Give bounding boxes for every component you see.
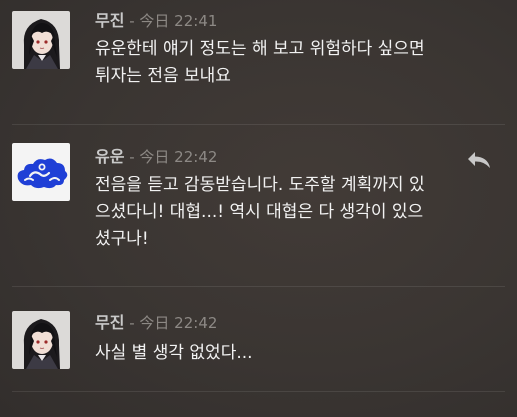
character-portrait-icon (12, 311, 70, 369)
message-divider (12, 286, 505, 287)
message-divider (12, 124, 505, 125)
message-header: 무진 - 今日 22:41 (95, 10, 217, 32)
message-text: 사실 별 생각 없었다... (95, 343, 253, 363)
header-separator: - (124, 148, 140, 166)
timestamp: 今日 22:41 (139, 12, 218, 30)
blue-cloud-icon (12, 143, 70, 201)
author-name[interactable]: 유운 (95, 147, 124, 166)
message-header: 무진 - 今日 22:42 (95, 312, 217, 334)
author-name[interactable]: 무진 (95, 11, 124, 30)
author-name[interactable]: 무진 (95, 313, 124, 332)
reply-button[interactable] (465, 150, 493, 170)
avatar-mujin[interactable] (12, 11, 70, 69)
chat-log: 무진 - 今日 22:41 유운한테 얘기 정도는 해 보고 위험하다 싶으면 … (0, 0, 517, 417)
header-separator: - (124, 314, 140, 332)
message-divider (12, 391, 505, 392)
character-portrait-icon (12, 11, 70, 69)
reply-arrow-icon (468, 152, 490, 168)
message-text: 전음을 듣고 감동받습니다. 도주할 계획까지 있 으셨다니! 대협...! 역… (95, 175, 425, 249)
timestamp: 今日 22:42 (139, 148, 218, 166)
timestamp: 今日 22:42 (139, 314, 218, 332)
header-separator: - (124, 12, 140, 30)
message-text: 유운한테 얘기 정도는 해 보고 위험하다 싶으면 튀자는 전음 보내요 (95, 39, 425, 86)
avatar-cloud[interactable] (12, 143, 70, 201)
avatar-mujin[interactable] (12, 311, 70, 369)
message-header: 유운 - 今日 22:42 (95, 146, 217, 168)
